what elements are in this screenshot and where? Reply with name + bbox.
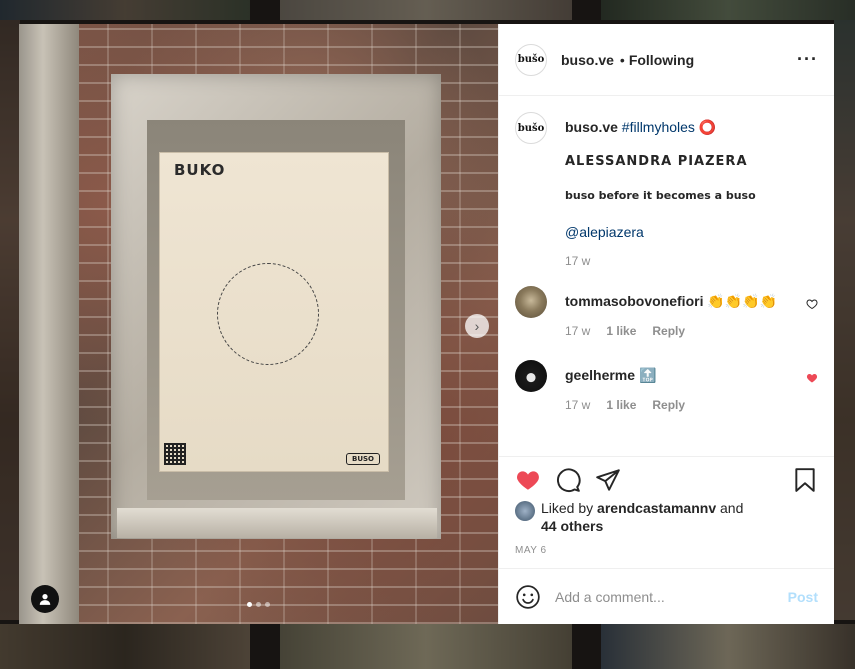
poster-logo: BUSO — [346, 453, 380, 465]
following-button[interactable]: Following — [629, 52, 694, 68]
liked-by-user[interactable]: arendcastamannv — [597, 500, 716, 516]
post-comment-button[interactable]: Post — [788, 589, 818, 605]
qr-code — [164, 443, 186, 465]
post-actions: Liked by arendcastamannv and 44 others M… — [499, 456, 834, 568]
post-date[interactable]: MAY 6 — [515, 545, 818, 556]
author-avatar[interactable]: bušo — [515, 43, 547, 76]
reply-button[interactable]: Reply — [652, 398, 685, 412]
post-sidebar: bušo buso.ve • Following ··· bušo buso.v… — [498, 24, 834, 624]
carousel-dot — [256, 602, 261, 607]
reply-button[interactable]: Reply — [652, 324, 685, 338]
caption-hashtag[interactable]: #fillmyholes — [622, 119, 695, 135]
user-tags-button[interactable] — [31, 585, 59, 613]
poster-title: BUKO — [174, 161, 226, 179]
comment: tommasobovonefiori 👏👏👏👏 17 w 1 like Repl… — [515, 286, 818, 338]
comment-username[interactable]: geelherme — [565, 367, 635, 383]
liked-by-prefix: Liked by — [541, 500, 594, 516]
stone-column — [19, 24, 79, 624]
like-heart-icon[interactable] — [515, 467, 541, 493]
comment-text: 🔝 — [638, 367, 657, 383]
heart-filled-icon[interactable] — [806, 372, 818, 384]
author-username[interactable]: buso.ve — [561, 52, 614, 68]
post-header: bušo buso.ve • Following ··· — [499, 24, 834, 96]
post-modal: BUKO BUSO › bušo buso.ve • Following ···… — [19, 24, 834, 624]
caption-mention[interactable]: @alepiazera — [565, 224, 818, 240]
carousel-dot — [265, 602, 270, 607]
more-horizontal-icon: ··· — [797, 49, 818, 69]
more-options-button[interactable]: ··· — [797, 49, 818, 70]
window-sill — [117, 508, 437, 538]
add-comment-bar: Post — [499, 568, 834, 624]
comment-time[interactable]: 17 w — [565, 398, 590, 412]
post-media[interactable]: BUKO BUSO › — [19, 24, 498, 624]
caption-time[interactable]: 17 w — [565, 254, 590, 268]
separator-dot: • — [619, 51, 625, 68]
commenter-avatar[interactable] — [515, 286, 547, 318]
author-avatar[interactable]: bušo — [515, 112, 547, 144]
comment-likes[interactable]: 1 like — [606, 398, 636, 412]
liked-by-and: and — [720, 500, 744, 516]
next-slide-button[interactable]: › — [465, 314, 489, 338]
caption-username[interactable]: buso.ve — [565, 119, 618, 135]
commenter-avatar[interactable] — [515, 360, 547, 392]
likes-summary: Liked by arendcastamannv and 44 others — [515, 499, 818, 535]
comment-time[interactable]: 17 w — [565, 324, 590, 338]
caption-name: ALESSANDRA PIAZERA — [565, 154, 748, 169]
carousel-indicators — [19, 602, 498, 607]
caption-subtitle: buso before it becomes a buso — [565, 189, 756, 202]
caption: bušo buso.ve #fillmyholes ⭕ ALESSANDRA P… — [515, 112, 818, 268]
caption-emoji: ⭕ — [698, 119, 717, 135]
comment-input[interactable] — [555, 588, 788, 605]
emoji-icon[interactable] — [515, 584, 541, 610]
comment-icon[interactable] — [555, 467, 581, 493]
liked-by-others[interactable]: 44 others — [541, 518, 603, 534]
carousel-dot-active — [247, 602, 252, 607]
share-icon[interactable] — [595, 467, 621, 493]
heart-outline-icon[interactable] — [806, 298, 818, 310]
comment-username[interactable]: tommasobovonefiori — [565, 293, 703, 309]
bookmark-icon[interactable] — [792, 467, 818, 493]
chevron-right-icon: › — [474, 318, 480, 334]
comments-list[interactable]: bušo buso.ve #fillmyholes ⭕ ALESSANDRA P… — [499, 96, 834, 456]
comment-text: 👏👏👏👏 — [707, 293, 778, 309]
comment: geelherme 🔝 17 w 1 like Reply — [515, 360, 818, 412]
poster-panel: BUKO BUSO — [159, 152, 389, 472]
dashed-circle — [217, 263, 319, 365]
comment-likes[interactable]: 1 like — [606, 324, 636, 338]
liker-avatar[interactable] — [515, 501, 535, 521]
